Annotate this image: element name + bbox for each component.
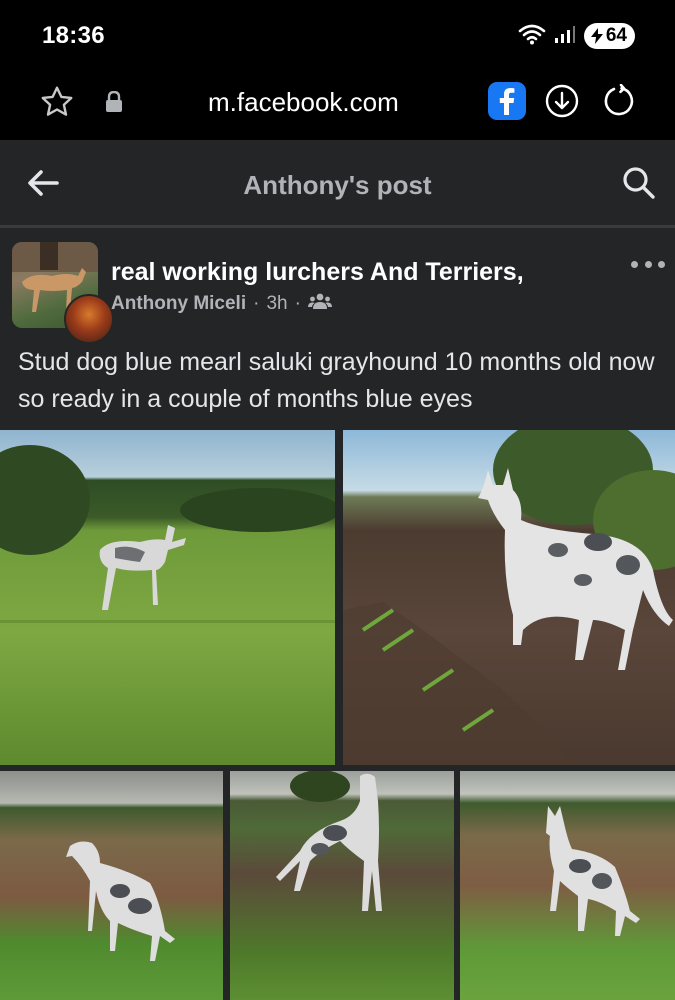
more-dot-icon bbox=[658, 260, 665, 268]
meta-separator: · bbox=[294, 293, 301, 314]
meta-separator: · bbox=[253, 293, 260, 314]
author-avatar[interactable] bbox=[64, 294, 114, 344]
post-photo-1[interactable] bbox=[0, 430, 335, 765]
post-page-header: Anthony's post bbox=[0, 140, 675, 228]
status-bar: 18:36 64 bbox=[0, 0, 675, 70]
group-audience-icon bbox=[307, 292, 332, 316]
facebook-icon[interactable] bbox=[488, 82, 526, 120]
group-name[interactable]: real working lurchers And Terriers, bbox=[111, 258, 524, 287]
status-indicators: 64 bbox=[518, 22, 635, 50]
post-meta: Anthony Miceli · 3h · bbox=[111, 292, 332, 316]
more-dot-icon bbox=[631, 260, 638, 268]
post-photo-4[interactable] bbox=[230, 771, 454, 1000]
search-icon[interactable] bbox=[620, 164, 658, 202]
post-time[interactable]: 3h bbox=[266, 293, 287, 315]
post-photo-5[interactable] bbox=[460, 771, 675, 1000]
page-title: Anthony's post bbox=[243, 170, 432, 200]
more-dot-icon bbox=[644, 260, 652, 268]
group-avatar[interactable] bbox=[12, 242, 114, 344]
post-text: Stud dog blue mearl saluki grayhound 10 … bbox=[18, 348, 655, 413]
lock-icon bbox=[104, 90, 124, 114]
status-time: 18:36 bbox=[42, 22, 105, 49]
battery-level: 64 bbox=[605, 25, 627, 46]
reload-icon[interactable] bbox=[601, 83, 637, 119]
author-name[interactable]: Anthony Miceli bbox=[111, 293, 246, 315]
url-field[interactable]: m.facebook.com bbox=[208, 87, 399, 118]
battery-icon: 64 bbox=[583, 23, 635, 49]
post-photo-2[interactable] bbox=[343, 430, 675, 765]
post-photo-3[interactable] bbox=[0, 771, 223, 1000]
browser-toolbar: m.facebook.com bbox=[0, 70, 675, 140]
star-icon[interactable] bbox=[38, 83, 76, 121]
post-header: real working lurchers And Terriers, Anth… bbox=[0, 228, 675, 344]
more-options-button[interactable] bbox=[631, 254, 665, 274]
wifi-icon bbox=[518, 23, 546, 50]
download-icon[interactable] bbox=[545, 84, 579, 118]
signal-icon bbox=[554, 24, 576, 49]
